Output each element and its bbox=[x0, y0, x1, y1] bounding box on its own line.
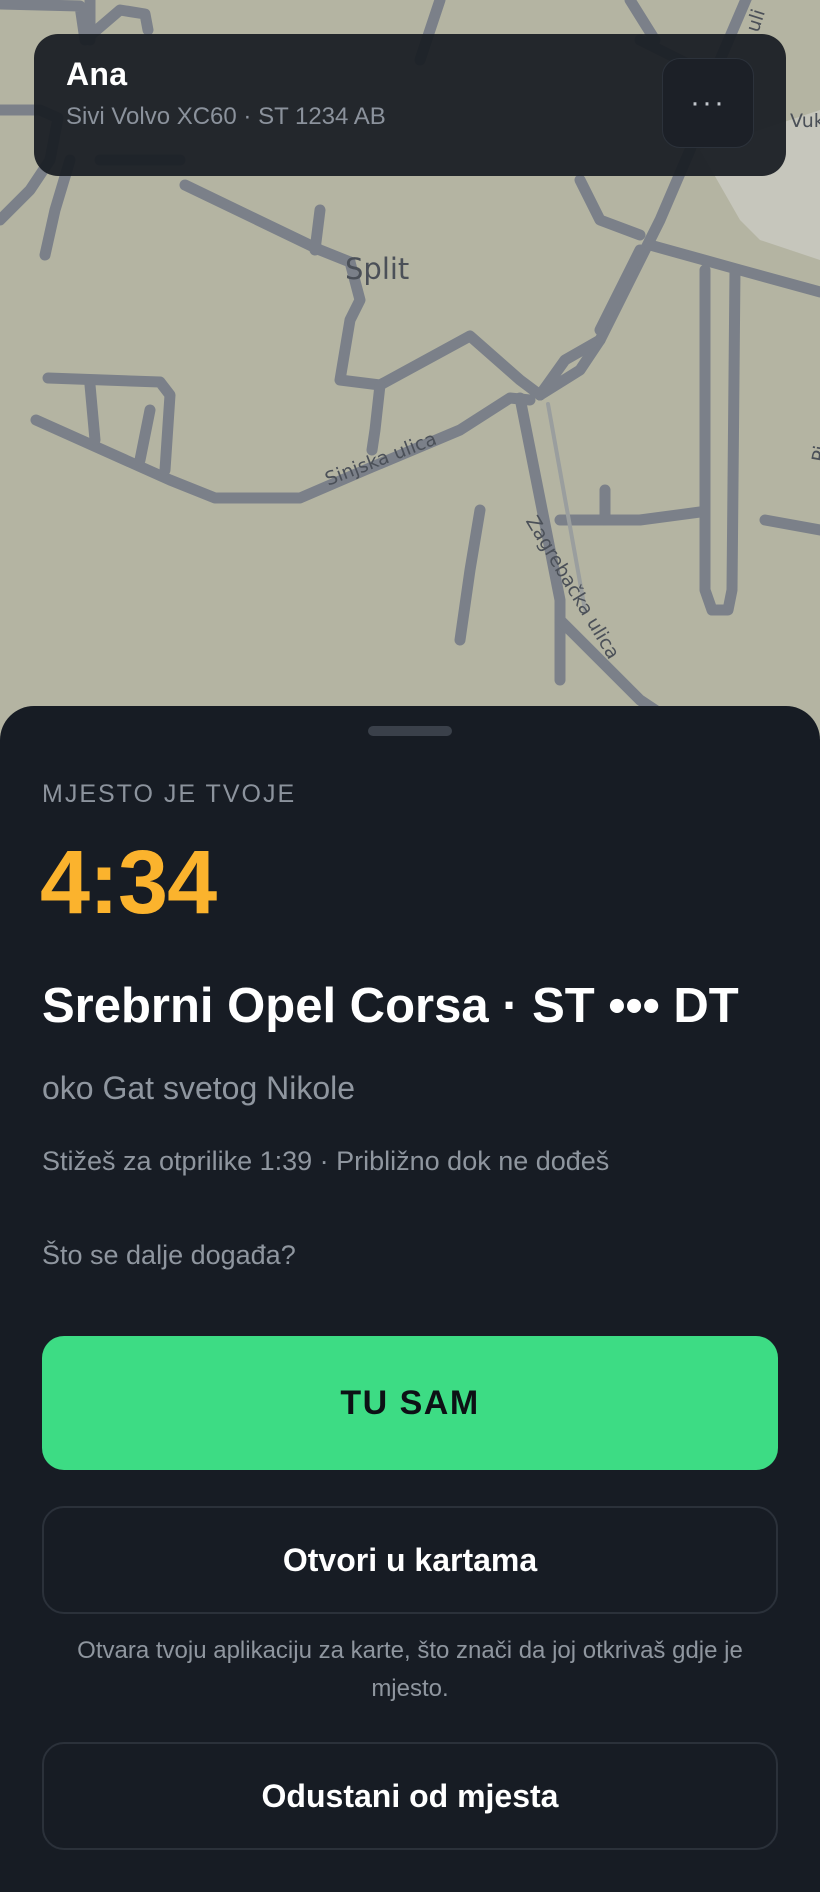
more-options-button[interactable]: ··· bbox=[662, 58, 754, 148]
here-button[interactable]: TU SAM bbox=[42, 1336, 778, 1470]
maps-privacy-note: Otvara tvoju aplikaciju za karte, što zn… bbox=[77, 1637, 743, 1702]
more-horizontal-icon: ··· bbox=[690, 86, 726, 119]
cancel-spot-button[interactable]: Odustani od mjesta bbox=[42, 1742, 778, 1850]
map-city-label: Split bbox=[345, 252, 410, 286]
car-title: Srebrni Opel Corsa · ST ••• DT bbox=[42, 979, 739, 1033]
map-street-label: Vuk bbox=[790, 110, 820, 132]
driver-name: Ana bbox=[66, 56, 128, 92]
sheet-drag-handle[interactable] bbox=[368, 726, 452, 736]
open-in-maps-button[interactable]: Otvori u kartama bbox=[42, 1506, 778, 1614]
what-next-link[interactable]: Što se dalje događa? bbox=[42, 1240, 296, 1271]
bottom-sheet: MJESTO JE TVOJE 4:34 Srebrni Opel Corsa … bbox=[0, 706, 820, 1892]
spot-location: oko Gat svetog Nikole bbox=[42, 1070, 356, 1106]
countdown-timer: 4:34 bbox=[40, 833, 217, 933]
driver-card: Ana Sivi Volvo XC60 · ST 1234 AB ··· bbox=[34, 34, 786, 176]
eta-text: Stižeš za otprilike 1:39 · Približno dok… bbox=[42, 1146, 610, 1176]
driver-vehicle: Sivi Volvo XC60 · ST 1234 AB bbox=[66, 103, 386, 130]
sheet-eyebrow: MJESTO JE TVOJE bbox=[42, 780, 297, 808]
